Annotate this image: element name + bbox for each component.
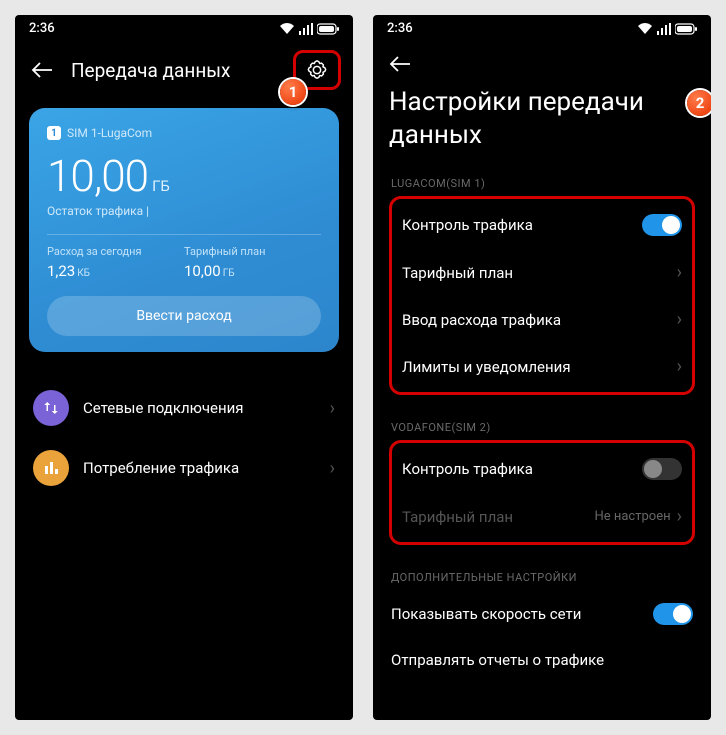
- divider: [47, 234, 321, 235]
- arrow-left-icon: [31, 62, 53, 78]
- limits-label: Лимиты и уведомления: [402, 358, 677, 376]
- sim2-header: VODAFONE(SIM 2): [389, 413, 695, 440]
- data-unit: ГБ: [152, 177, 170, 195]
- plan-label-2: Тарифный план: [402, 508, 594, 526]
- data-card[interactable]: 1 SIM 1-LugaCom 10,00 ГБ Остаток трафика…: [29, 108, 339, 352]
- settings-button-highlight: 1: [293, 50, 341, 90]
- extra-header: ДОПОЛНИТЕЛЬНЫЕ НАСТРОЙКИ: [389, 563, 695, 590]
- clock: 2:36: [387, 21, 413, 36]
- data-remaining-label: Остаток трафика |: [47, 204, 321, 218]
- speed-label: Показывать скорость сети: [391, 605, 653, 623]
- arrow-left-icon: [389, 56, 411, 72]
- chevron-right-icon: ›: [677, 506, 682, 527]
- callout-1: 1: [280, 79, 306, 105]
- sim-label: SIM 1-LugaCom: [67, 126, 152, 140]
- plan-row[interactable]: Тарифный план ›: [400, 249, 684, 296]
- show-speed-toggle[interactable]: [653, 603, 693, 625]
- usage-label: Потребление трафика: [83, 459, 330, 477]
- data-amount: 10,00: [47, 150, 148, 202]
- network-label: Сетевые подключения: [83, 399, 330, 417]
- back-button[interactable]: [385, 50, 415, 78]
- signal-icon: [657, 23, 671, 35]
- chevron-right-icon: ›: [677, 356, 682, 377]
- enter-usage-button[interactable]: Ввести расход: [47, 296, 321, 336]
- plan-value: 10,00: [184, 262, 221, 280]
- bars-icon: [33, 450, 69, 486]
- chevron-right-icon: ›: [330, 398, 335, 419]
- traffic-control-label: Контроль трафика: [402, 460, 642, 478]
- clock: 2:36: [29, 21, 55, 36]
- gear-icon: [306, 59, 328, 81]
- show-speed-row[interactable]: Показывать скорость сети: [389, 590, 695, 638]
- back-button[interactable]: [27, 56, 57, 84]
- traffic-control-toggle-2[interactable]: [642, 458, 682, 480]
- callout-2: 2: [687, 90, 711, 116]
- sim1-header: LUGACOM(SIM 1): [389, 169, 695, 196]
- sim2-group-highlight: Контроль трафика Тарифный план Не настро…: [389, 440, 695, 545]
- send-reports-row[interactable]: Отправлять отчеты о трафике: [389, 638, 695, 682]
- appbar: [373, 40, 711, 78]
- traffic-control-row[interactable]: Контроль трафика: [400, 201, 684, 249]
- sim1-group-highlight: Контроль трафика Тарифный план › Ввод ра…: [389, 196, 695, 395]
- today-value: 1,23: [47, 262, 75, 280]
- battery-icon: [675, 23, 697, 35]
- input-label: Ввод расхода трафика: [402, 311, 677, 329]
- plan-label: Тарифный план: [184, 245, 321, 258]
- phone-left: 2:36 Передача данных 1 1 SIM 1-LugaCom 1…: [15, 15, 353, 720]
- wifi-icon: [637, 23, 653, 35]
- today-label: Расход за сегодня: [47, 245, 184, 258]
- swap-icon: [33, 390, 69, 426]
- data-remaining: 10,00 ГБ: [47, 150, 321, 202]
- traffic-control-label: Контроль трафика: [402, 216, 642, 234]
- chevron-right-icon: ›: [677, 262, 682, 283]
- status-icons: [637, 23, 697, 35]
- traffic-usage-item[interactable]: Потребление трафика ›: [29, 438, 339, 498]
- today-usage: Расход за сегодня 1,23КБ: [47, 245, 184, 280]
- chevron-right-icon: ›: [677, 309, 682, 330]
- reports-label: Отправлять отчеты о трафике: [391, 651, 693, 669]
- plan-block: Тарифный план 10,00ГБ: [184, 245, 321, 280]
- settings-button[interactable]: [306, 59, 328, 81]
- wifi-icon: [279, 23, 295, 35]
- statusbar: 2:36: [373, 15, 711, 40]
- today-unit: КБ: [77, 268, 90, 279]
- signal-icon: [299, 23, 313, 35]
- traffic-control-row-2[interactable]: Контроль трафика: [400, 445, 684, 493]
- plan-row-2[interactable]: Тарифный план Не настроен ›: [400, 493, 684, 540]
- sim-indicator: 1 SIM 1-LugaCom: [47, 126, 321, 140]
- input-usage-row[interactable]: Ввод расхода трафика ›: [400, 296, 684, 343]
- chevron-right-icon: ›: [330, 458, 335, 479]
- limits-row[interactable]: Лимиты и уведомления ›: [400, 343, 684, 390]
- status-icons: [279, 23, 339, 35]
- battery-icon: [317, 23, 339, 35]
- sim-icon: 1: [47, 126, 61, 140]
- plan-label: Тарифный план: [402, 264, 677, 282]
- network-connections-item[interactable]: Сетевые подключения ›: [29, 378, 339, 438]
- traffic-control-toggle[interactable]: [642, 214, 682, 236]
- appbar: Передача данных 1: [15, 40, 353, 100]
- plan-value-2: Не настроен: [594, 509, 670, 524]
- statusbar: 2:36: [15, 15, 353, 40]
- page-title: Передача данных: [71, 59, 293, 82]
- plan-unit: ГБ: [223, 268, 235, 279]
- page-title: Настройки передачи данных: [389, 86, 695, 151]
- phone-right: 2:36 2 Настройки передачи данных LUGACOM…: [373, 15, 711, 720]
